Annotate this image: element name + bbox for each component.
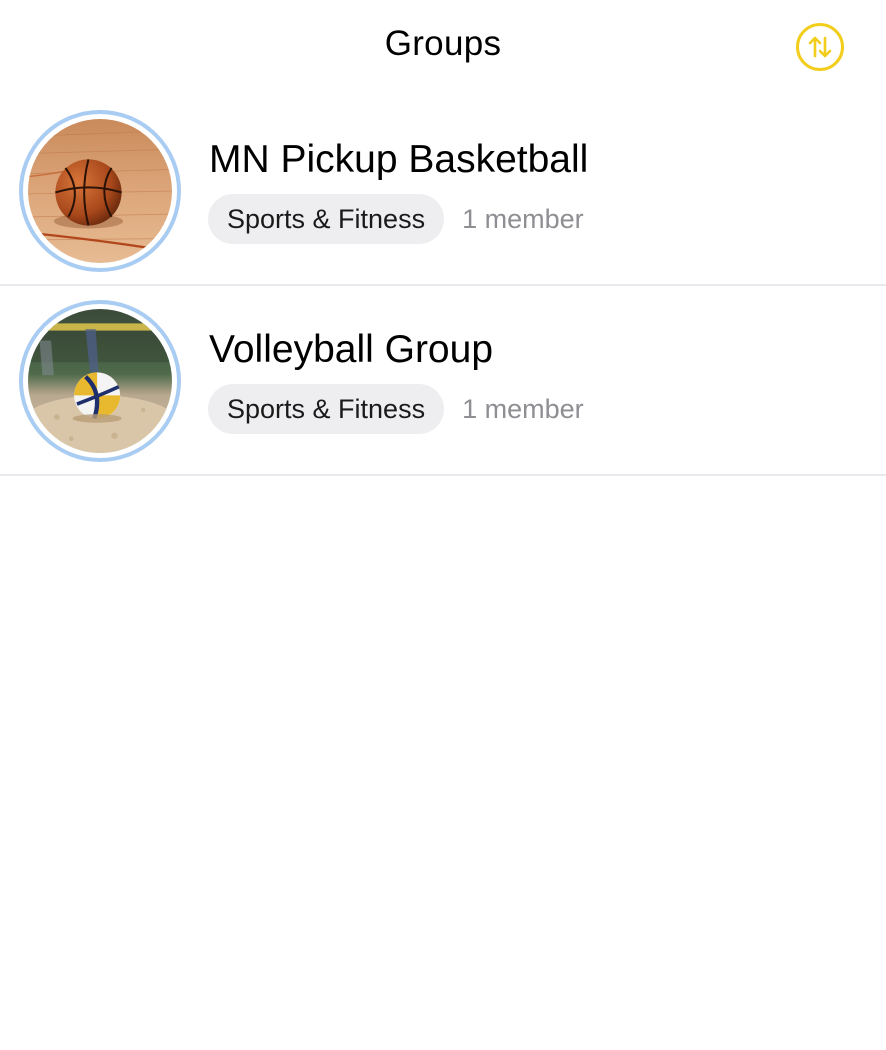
sort-button[interactable] [796,23,844,71]
group-row[interactable]: MN Pickup Basketball Sports & Fitness 1 … [0,96,886,286]
group-name: MN Pickup Basketball [209,138,589,181]
basketball-photo [28,119,172,263]
member-count: 1 member [462,203,584,234]
group-name: Volleyball Group [209,328,494,371]
group-row[interactable]: Volleyball Group Sports & Fitness 1 memb… [0,286,886,476]
group-avatar [19,300,181,462]
category-badge: Sports & Fitness [208,384,445,434]
group-meta: Sports & Fitness 1 member [208,384,584,434]
group-list: MN Pickup Basketball Sports & Fitness 1 … [0,96,886,476]
group-meta: Sports & Fitness 1 member [208,194,584,244]
volleyball-photo [28,309,172,453]
member-count: 1 member [462,393,584,424]
category-badge: Sports & Fitness [208,194,445,244]
page-title: Groups [384,24,502,63]
sort-arrows-icon [808,36,832,58]
group-avatar [19,110,181,272]
nav-bar: Groups [0,0,886,96]
